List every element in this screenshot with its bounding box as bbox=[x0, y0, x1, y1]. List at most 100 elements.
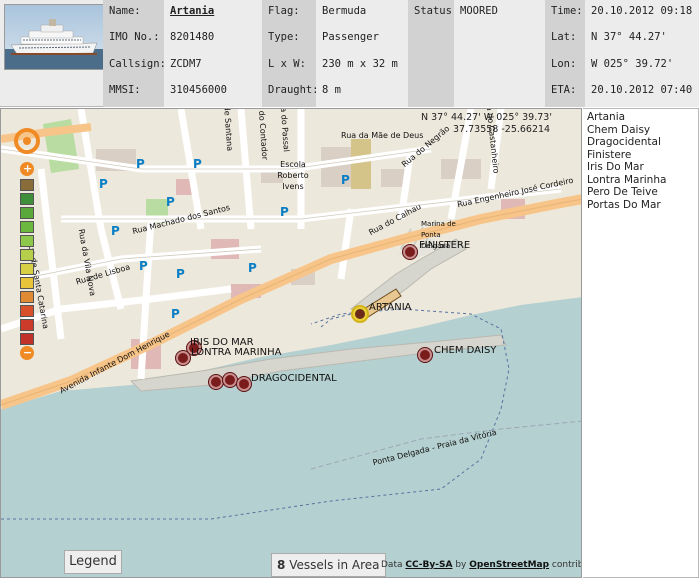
eta-value: 20.10.2012 07:40 bbox=[591, 84, 693, 96]
zoom-level[interactable] bbox=[20, 277, 34, 289]
dims-value: 230 m x 32 m bbox=[322, 58, 398, 70]
parking-icon: P bbox=[171, 307, 180, 321]
vessel-list-item[interactable]: Pero De Teive bbox=[587, 186, 694, 199]
zoom-control[interactable]: + − bbox=[12, 127, 42, 467]
vessel-label-dragocidental: DRAGOCIDENTAL bbox=[251, 373, 337, 384]
position-labels: Time: Lat: Lon: ETA: bbox=[545, 0, 585, 107]
status-value: MOORED bbox=[460, 5, 498, 17]
map-attribution: Data CC-By-SA by OpenStreetMap contribut… bbox=[381, 560, 581, 570]
vessel-marker-chem-daisy[interactable] bbox=[418, 348, 432, 362]
imo-value: 8201480 bbox=[170, 31, 215, 43]
zoom-level[interactable] bbox=[20, 333, 34, 345]
lon-value: W 025° 39.72' bbox=[591, 58, 674, 70]
parking-icon: P bbox=[111, 224, 120, 238]
lat-value: N 37° 44.27' bbox=[591, 31, 667, 43]
vessel-list-item[interactable]: Chem Daisy bbox=[587, 124, 694, 137]
zoom-level[interactable] bbox=[20, 221, 34, 233]
zoom-out-label: − bbox=[23, 346, 33, 359]
zoom-level[interactable] bbox=[20, 263, 34, 275]
zoom-level[interactable] bbox=[20, 193, 34, 205]
status-label-col: Status: bbox=[408, 0, 458, 107]
zoom-level[interactable] bbox=[20, 249, 34, 261]
vessel-count-badge: 8 Vessels in Area bbox=[271, 553, 386, 577]
vessel-list-item[interactable]: Lontra Marinha bbox=[587, 174, 694, 187]
vessel-count-label: Vessels in Area bbox=[289, 558, 380, 572]
zoom-level[interactable] bbox=[20, 235, 34, 247]
vessel-label-chem-daisy: CHEM DAISY bbox=[434, 345, 497, 356]
time-label: Time: bbox=[551, 5, 583, 17]
attribution-by: by bbox=[455, 560, 467, 570]
parking-icon: P bbox=[280, 205, 289, 219]
vessel-list-item[interactable]: Dragocidental bbox=[587, 136, 694, 149]
legend-button[interactable]: Legend bbox=[64, 550, 122, 574]
parking-icon: P bbox=[139, 259, 148, 273]
status-value-col: MOORED bbox=[454, 0, 545, 107]
coord-dms: N 37° 44.27' W 025° 39.73' bbox=[421, 112, 552, 123]
parking-icon: P bbox=[176, 267, 185, 281]
vessel-count-number: 8 bbox=[277, 558, 286, 572]
vessel-id-labels: Name: IMO No.: Callsign: MMSI: bbox=[103, 0, 166, 107]
vessel-photo bbox=[4, 4, 105, 70]
status-label: Status: bbox=[414, 5, 459, 17]
harbor-map[interactable]: Rua da Mãe de Deus Rua Machado dos Santo… bbox=[0, 108, 582, 578]
vessel-label-lontra-marinha: LONTRA MARINHA bbox=[191, 347, 282, 358]
eta-label: ETA: bbox=[551, 84, 577, 96]
flag-value: Bermuda bbox=[322, 5, 367, 17]
name-label: Name: bbox=[109, 5, 141, 17]
dims-label: L x W: bbox=[268, 58, 306, 70]
zoom-level[interactable] bbox=[20, 207, 34, 219]
vessel-list-item[interactable]: Iris Do Mar bbox=[587, 161, 694, 174]
vessel-name-link[interactable]: Artania bbox=[170, 5, 214, 17]
parking-icon: P bbox=[341, 173, 350, 187]
cursor-coordinates: N 37° 44.27' W 025° 39.73' 37.73558 -25.… bbox=[421, 112, 552, 136]
vessel-info-panel: Name: IMO No.: Callsign: MMSI: Artania 8… bbox=[0, 0, 699, 107]
vessel-marker-artania-selected[interactable] bbox=[353, 307, 367, 321]
draught-label: Draught: bbox=[268, 84, 319, 96]
parking-icon: P bbox=[99, 177, 108, 191]
vessel-marker-finistere[interactable] bbox=[403, 245, 417, 259]
coord-decimal: 37.73558 -25.66214 bbox=[453, 124, 551, 135]
vessel-spec-values: Bermuda Passenger 230 m x 32 m 8 m bbox=[316, 0, 408, 107]
draught-value: 8 m bbox=[322, 84, 341, 96]
street-label: Rua da Mãe de Deus bbox=[341, 131, 424, 140]
flag-label: Flag: bbox=[268, 5, 300, 17]
vessel-marker-pero-de-teive[interactable] bbox=[209, 375, 223, 389]
zoom-level[interactable] bbox=[20, 179, 34, 191]
zoom-in-label: + bbox=[23, 162, 33, 175]
lon-label: Lon: bbox=[551, 58, 577, 70]
vessel-list-item[interactable]: Finistere bbox=[587, 149, 694, 162]
type-label: Type: bbox=[268, 31, 300, 43]
time-value: 20.10.2012 09:18 bbox=[591, 5, 693, 17]
osm-link[interactable]: OpenStreetMap bbox=[469, 560, 549, 570]
vessel-marker-lontra-marinha[interactable] bbox=[176, 351, 190, 365]
lat-label: Lat: bbox=[551, 31, 577, 43]
vessel-label-finistere: FINISTERE bbox=[419, 240, 471, 251]
vessel-list-item[interactable]: Portas Do Mar bbox=[587, 199, 694, 212]
parking-icon: P bbox=[136, 157, 145, 171]
vessel-spec-labels: Flag: Type: L x W: Draught: bbox=[262, 0, 319, 107]
vessel-list-item[interactable]: Artania bbox=[587, 111, 694, 124]
license-link[interactable]: CC-By-SA bbox=[405, 560, 452, 570]
parking-icon: P bbox=[166, 195, 175, 209]
attribution-prefix: Data bbox=[381, 560, 403, 570]
type-value: Passenger bbox=[322, 31, 379, 43]
parking-icon: P bbox=[193, 157, 202, 171]
callsign-value: ZCDM7 bbox=[170, 58, 202, 70]
callsign-label: Callsign: bbox=[109, 58, 166, 70]
pan-compass-icon[interactable] bbox=[14, 128, 40, 154]
zoom-level[interactable] bbox=[20, 319, 34, 331]
position-values: 20.10.2012 09:18 N 37° 44.27' W 025° 39.… bbox=[585, 0, 699, 107]
vessel-list: Artania Chem Daisy Dragocidental Finiste… bbox=[583, 108, 699, 578]
vessel-marker-dragocidental[interactable] bbox=[237, 377, 251, 391]
vessel-marker-portas-do-mar[interactable] bbox=[223, 373, 237, 387]
mmsi-label: MMSI: bbox=[109, 84, 141, 96]
vessel-label-artania: ARTANIA bbox=[369, 302, 412, 313]
zoom-level[interactable] bbox=[20, 305, 34, 317]
zoom-level[interactable] bbox=[20, 291, 34, 303]
vessel-id-values: Artania 8201480 ZCDM7 310456000 bbox=[164, 0, 262, 107]
mmsi-value: 310456000 bbox=[170, 84, 227, 96]
imo-label: IMO No.: bbox=[109, 31, 160, 43]
parking-icon: P bbox=[248, 261, 257, 275]
school-label: Escola Roberto Ivens bbox=[277, 160, 309, 191]
attribution-suffix: contributors bbox=[551, 560, 581, 570]
